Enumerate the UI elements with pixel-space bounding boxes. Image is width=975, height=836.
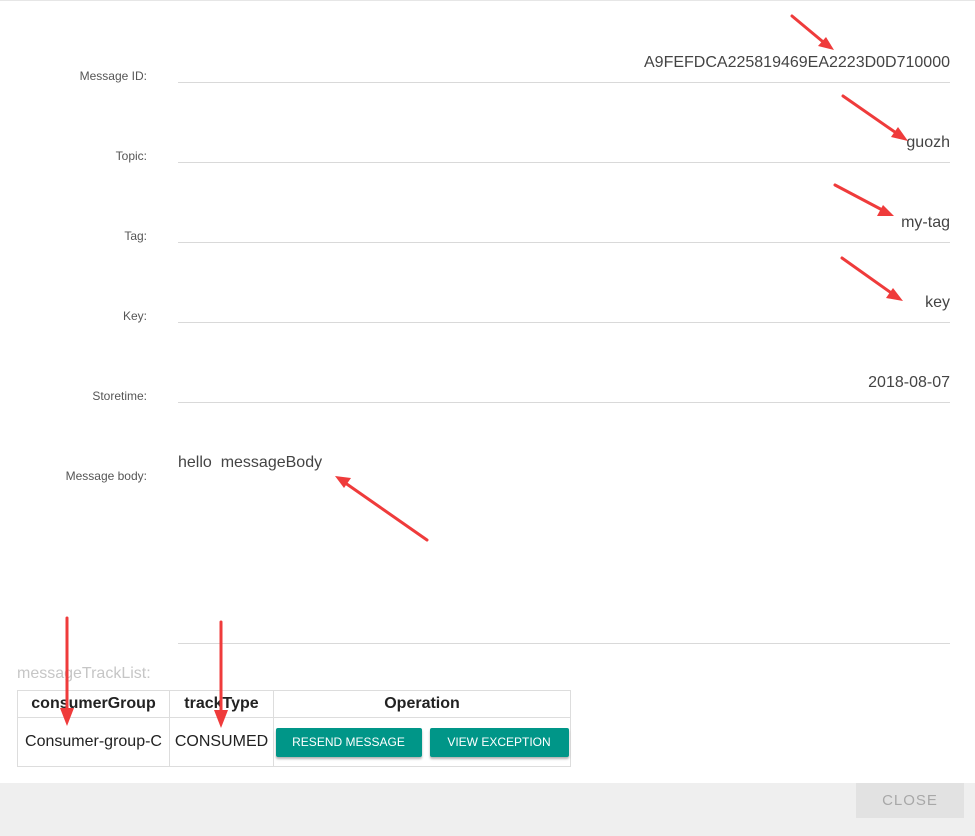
table-row: Consumer-group-C CONSUMED RESEND MESSAGE…: [17, 717, 571, 767]
dialog-top-border: [0, 0, 975, 4]
tag-label: Tag:: [124, 229, 147, 243]
topic-underline: [178, 162, 950, 163]
close-button[interactable]: CLOSE: [856, 783, 964, 818]
consumer-group-cell: Consumer-group-C: [17, 717, 170, 767]
arrowhead-message-body: [335, 476, 351, 488]
view-exception-button[interactable]: VIEW EXCEPTION: [429, 727, 569, 757]
table-header-row: consumerGroup trackType Operation: [17, 690, 571, 718]
message-id-value: A9FEFDCA225819469EA2223D0D710000: [644, 54, 950, 71]
message-detail-dialog: Message ID: A9FEFDCA225819469EA2223D0D71…: [0, 0, 975, 836]
message-track-table: consumerGroup trackType Operation Consum…: [17, 690, 571, 767]
arrowhead-key: [886, 288, 903, 301]
message-body-label: Message body:: [65, 469, 147, 483]
arrowhead-message-id: [818, 37, 834, 50]
message-id-underline: [178, 82, 950, 83]
storetime-value: 2018-08-07: [868, 374, 950, 391]
message-id-label: Message ID:: [79, 69, 147, 83]
dialog-footer: CLOSE: [0, 783, 975, 836]
storetime-underline: [178, 402, 950, 403]
key-label: Key:: [122, 309, 147, 323]
tag-value: my-tag: [901, 214, 950, 231]
topic-label: Topic:: [115, 149, 147, 163]
arrow-key: [840, 256, 899, 299]
arrowhead-tag: [877, 205, 894, 216]
message-track-list-label: messageTrackList:: [17, 665, 151, 682]
column-header-operation: Operation: [273, 690, 571, 718]
arrow-message-body: [339, 478, 429, 542]
key-value: key: [925, 294, 950, 311]
operation-cell: RESEND MESSAGE VIEW EXCEPTION: [273, 717, 571, 767]
arrow-tag: [833, 183, 890, 215]
tag-underline: [178, 242, 950, 243]
key-underline: [178, 322, 950, 323]
topic-value: guozh: [906, 134, 950, 151]
track-type-cell: CONSUMED: [169, 717, 274, 767]
arrow-topic: [841, 94, 904, 139]
column-header-consumer-group: consumerGroup: [17, 690, 170, 718]
arrow-message-id: [790, 14, 830, 48]
resend-message-button[interactable]: RESEND MESSAGE: [275, 727, 422, 757]
message-body-value: hello messageBody: [178, 454, 323, 471]
storetime-label: Storetime:: [92, 389, 147, 403]
column-header-track-type: trackType: [169, 690, 274, 718]
message-body-underline: [178, 643, 950, 644]
